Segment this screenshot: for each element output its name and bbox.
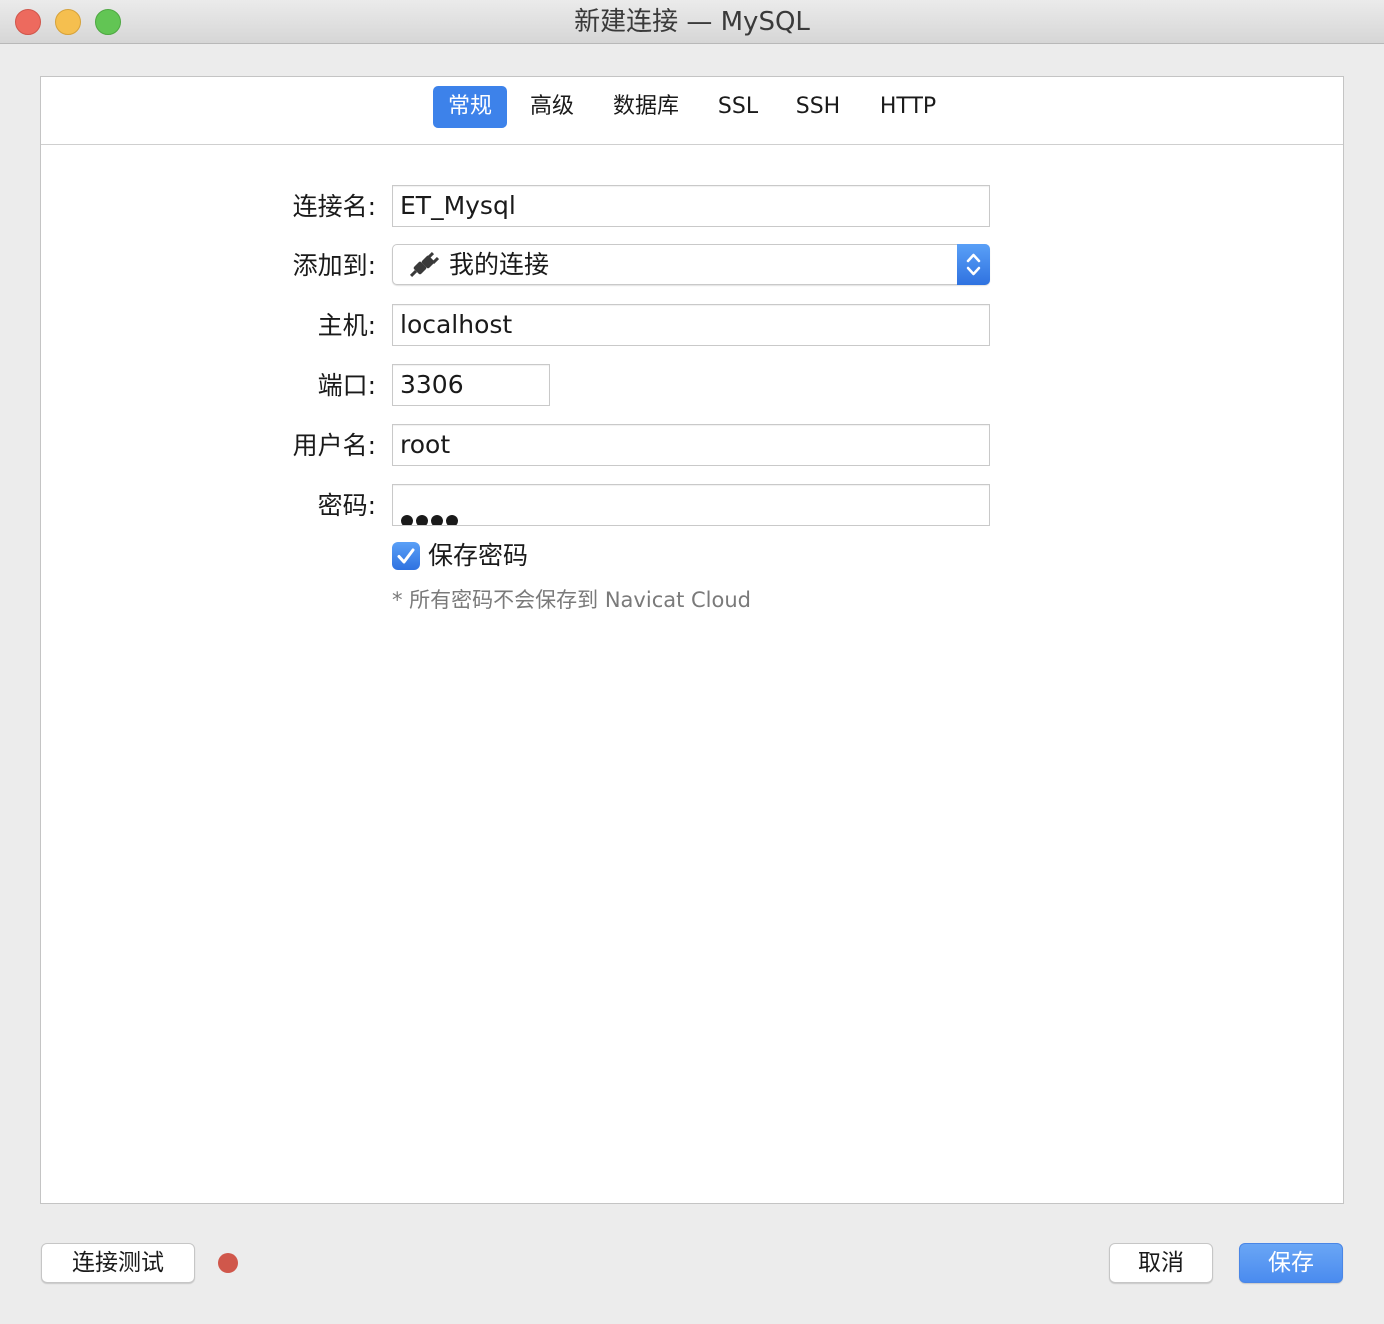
plug-icon <box>409 251 439 278</box>
connection-name-input[interactable]: ET_Mysql <box>392 185 990 227</box>
username-label: 用户名: <box>292 431 376 460</box>
select-stepper-icon[interactable] <box>957 244 990 285</box>
host-input[interactable]: localhost <box>392 304 990 346</box>
save-password-checkbox[interactable] <box>392 542 420 570</box>
port-label: 端口: <box>317 371 376 400</box>
save-button[interactable]: 保存 <box>1239 1243 1343 1283</box>
tab-http[interactable]: HTTP <box>867 86 949 128</box>
password-dot <box>446 515 458 525</box>
checkmark-icon <box>397 548 415 564</box>
password-dot <box>431 515 443 525</box>
add-to-label: 添加到: <box>292 251 376 280</box>
add-to-value: 我的连接 <box>449 250 550 279</box>
cloud-password-note: * 所有密码不会保存到 Navicat Cloud <box>392 588 751 612</box>
tab-ssl[interactable]: SSL <box>705 86 771 128</box>
port-input[interactable]: 3306 <box>392 364 550 406</box>
connection-name-label: 连接名: <box>292 192 376 221</box>
username-input[interactable]: root <box>392 424 990 466</box>
tab-advanced[interactable]: 高级 <box>517 86 587 128</box>
password-dot <box>416 515 428 525</box>
tab-database[interactable]: 数据库 <box>601 86 691 128</box>
cancel-button[interactable]: 取消 <box>1109 1243 1213 1283</box>
password-mask <box>401 499 461 525</box>
connection-status-indicator <box>218 1253 238 1273</box>
tab-general[interactable]: 常规 <box>433 86 507 128</box>
host-label: 主机: <box>317 311 376 340</box>
tab-ssh[interactable]: SSH <box>783 86 853 128</box>
password-dot <box>401 515 413 525</box>
tab-bar: 常规 高级 数据库 SSL SSH HTTP <box>41 77 1343 145</box>
window-title: 新建连接 — MySQL <box>574 7 810 37</box>
add-to-select[interactable]: 我的连接 <box>392 244 990 285</box>
password-input[interactable] <box>392 484 990 526</box>
password-label: 密码: <box>317 491 376 520</box>
test-connection-button[interactable]: 连接测试 <box>41 1243 195 1283</box>
title-bar: 新建连接 — MySQL <box>0 0 1384 44</box>
save-password-label[interactable]: 保存密码 <box>428 536 528 576</box>
